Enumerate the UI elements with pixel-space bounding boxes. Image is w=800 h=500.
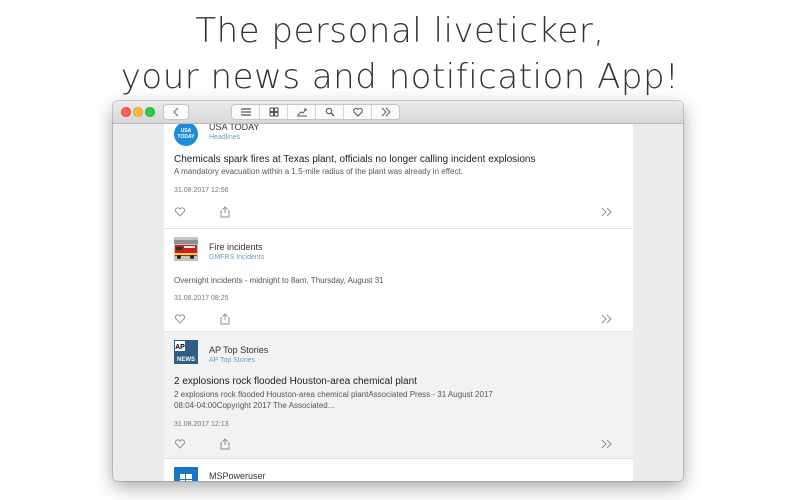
news-logo-text: NEWS	[177, 357, 195, 363]
list-view-button[interactable]	[232, 105, 260, 119]
source-name: Fire incidents	[209, 242, 263, 252]
search-icon	[325, 107, 334, 117]
favorites-button[interactable]	[344, 105, 372, 119]
content-area: USA TODAY USA TODAY Headlines Chemicals …	[113, 124, 683, 481]
promo-headline-line2: your news and notification App!	[120, 57, 680, 97]
source-name: MSPoweruser	[209, 471, 266, 481]
heart-icon[interactable]	[174, 438, 186, 450]
grid-view-button[interactable]	[260, 105, 288, 119]
feed-item[interactable]: USA TODAY USA TODAY Headlines Chemicals …	[164, 124, 633, 229]
forward-icon	[381, 107, 391, 117]
list-icon	[240, 108, 251, 116]
item-timestamp: 31.08.2017 12:56	[174, 187, 229, 194]
fire-engine-thumbnail	[174, 237, 198, 261]
promo-headline: The personal liveticker, your news and n…	[0, 8, 800, 100]
item-description-line2: 08:04-04:00Copyright 2017 The Associated…	[174, 401, 335, 410]
source-name: USA TODAY	[209, 124, 260, 132]
item-timestamp: 31.08.2017 12:13	[174, 421, 229, 428]
promo-headline-line1: The personal liveticker,	[195, 11, 605, 51]
news-feed[interactable]: USA TODAY USA TODAY Headlines Chemicals …	[164, 124, 633, 481]
trend-button[interactable]	[288, 105, 316, 119]
windows-logo	[174, 467, 198, 481]
chart-icon	[296, 108, 307, 117]
zoom-window-button[interactable]	[145, 107, 155, 117]
forward-button[interactable]	[372, 105, 399, 119]
back-button[interactable]	[163, 104, 189, 120]
open-item-icon[interactable]	[601, 206, 613, 218]
toolbar-segmented-control	[231, 104, 400, 120]
ap-news-logo: AP NEWS	[174, 340, 198, 364]
item-title[interactable]: 2 explosions rock flooded Houston-area c…	[174, 376, 417, 387]
feed-item[interactable]: MSPoweruser	[164, 459, 633, 481]
item-timestamp: 31.08.2017 08:25	[174, 295, 229, 302]
title-bar	[113, 101, 683, 124]
share-icon[interactable]	[219, 438, 231, 450]
item-title[interactable]: Chemicals spark fires at Texas plant, of…	[174, 154, 535, 165]
item-description: A mandatory evacuation within a 1.5-mile…	[174, 167, 463, 176]
ap-logo-text: AP	[175, 344, 185, 351]
source-subtitle: AP Top Stories	[209, 357, 256, 364]
heart-icon	[352, 107, 363, 117]
share-icon[interactable]	[219, 313, 231, 325]
close-window-button[interactable]	[121, 107, 131, 117]
source-subtitle: GMFRS Incidents	[209, 254, 265, 261]
heart-icon[interactable]	[174, 313, 186, 325]
share-icon[interactable]	[219, 206, 231, 218]
item-description-line1: 2 explosions rock flooded Houston-area c…	[174, 390, 493, 399]
feed-item[interactable]: AP NEWS AP Top Stories AP Top Stories 2 …	[164, 332, 633, 459]
usa-today-logo: USA TODAY	[174, 124, 198, 146]
back-icon	[173, 107, 179, 117]
item-description[interactable]: Overnight incidents - midnight to 8am, T…	[174, 275, 624, 286]
source-name: AP Top Stories	[209, 345, 269, 355]
grid-icon	[269, 107, 278, 117]
app-window: USA TODAY USA TODAY Headlines Chemicals …	[113, 101, 683, 481]
feed-item[interactable]: Fire incidents GMFRS Incidents Overnight…	[164, 229, 633, 332]
open-item-icon[interactable]	[601, 313, 613, 325]
open-item-icon[interactable]	[601, 438, 613, 450]
source-subtitle: Headlines	[209, 134, 241, 141]
minimize-window-button[interactable]	[133, 107, 143, 117]
heart-icon[interactable]	[174, 206, 186, 218]
search-button[interactable]	[316, 105, 344, 119]
